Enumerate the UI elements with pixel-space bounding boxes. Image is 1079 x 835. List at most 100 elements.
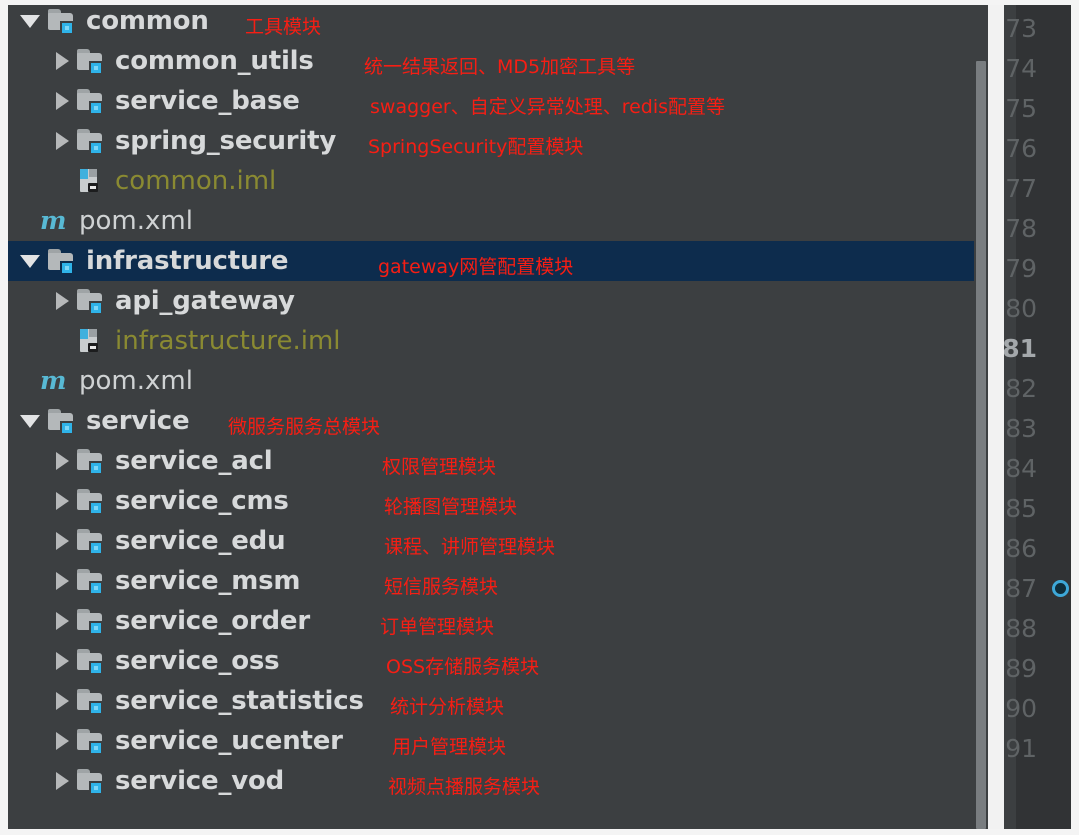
page-frame-right	[1071, 0, 1079, 835]
tree-row[interactable]: m pom.xml	[8, 361, 988, 401]
tree-row-label: service_vod	[115, 766, 285, 796]
line-number: 79	[1005, 254, 1037, 283]
tree-row-label: service_ucenter	[115, 726, 343, 756]
line-number: 87	[1005, 574, 1037, 603]
tree-row[interactable]: service_order	[8, 601, 988, 641]
tree-row-label: spring_security	[115, 126, 337, 156]
tree-row-label: infrastructure	[86, 246, 289, 276]
chevron-right-icon[interactable]	[56, 52, 69, 70]
tree-scrollbar-thumb[interactable]	[976, 61, 986, 829]
tree-row-label: common_utils	[115, 46, 314, 76]
tree-row-label: service_msm	[115, 566, 301, 596]
tree-row-annotation: 轮播图管理模块	[384, 496, 518, 518]
module-folder-icon	[76, 647, 106, 675]
tree-row[interactable]: api_gateway	[8, 281, 988, 321]
tree-row-label: service	[86, 406, 190, 436]
project-tree-panel[interactable]: common common_utils service_base spring_sec…	[8, 5, 988, 829]
chevron-right-icon[interactable]	[56, 772, 69, 790]
line-number: 73	[1005, 14, 1037, 43]
line-number: 74	[1005, 54, 1037, 83]
chevron-right-icon[interactable]	[56, 492, 69, 510]
tree-row-label: service_oss	[115, 646, 280, 676]
tree-row-annotation: gateway网管配置模块	[378, 256, 574, 278]
chevron-right-icon[interactable]	[56, 132, 69, 150]
chevron-right-icon[interactable]	[56, 692, 69, 710]
module-folder-icon	[76, 447, 106, 475]
tree-row[interactable]: service_acl	[8, 441, 988, 481]
line-number: 86	[1005, 534, 1037, 563]
chevron-down-icon[interactable]	[20, 14, 40, 28]
chevron-right-icon[interactable]	[56, 292, 69, 310]
chevron-right-icon[interactable]	[56, 92, 69, 110]
line-number: 80	[1005, 294, 1037, 323]
chevron-down-icon[interactable]	[20, 254, 40, 268]
line-number: 82	[1005, 374, 1037, 403]
tree-row-label: common.iml	[115, 166, 277, 196]
iml-file-icon	[76, 327, 106, 355]
tree-row-label: service_cms	[115, 486, 289, 516]
tree-row-annotation: 课程、讲师管理模块	[384, 536, 556, 558]
line-number: 90	[1005, 694, 1037, 723]
module-folder-icon	[76, 47, 106, 75]
tree-row-annotation: 权限管理模块	[382, 456, 497, 478]
tree-row-annotation: 工具模块	[245, 16, 322, 38]
line-number: 88	[1005, 614, 1037, 643]
module-folder-icon	[76, 607, 106, 635]
maven-pom-icon: m	[40, 206, 67, 235]
module-folder-icon	[47, 7, 77, 35]
module-folder-icon	[76, 767, 106, 795]
tree-row[interactable]: service	[8, 401, 988, 441]
line-number: 89	[1005, 654, 1037, 683]
tree-row[interactable]: common.iml	[8, 161, 988, 201]
tree-row-label: pom.xml	[79, 206, 193, 236]
tree-row-label: infrastructure.iml	[115, 326, 341, 356]
tree-row-annotation: OSS存储服务模块	[386, 656, 540, 678]
tree-scrollbar-track[interactable]	[974, 5, 988, 829]
tree-row[interactable]: m pom.xml	[8, 201, 988, 241]
tree-row-annotation: 用户管理模块	[392, 736, 507, 758]
tree-row-annotation: 统一结果返回、MD5加密工具等	[364, 56, 636, 78]
chevron-down-icon[interactable]	[20, 414, 40, 428]
line-number: 77	[1005, 174, 1037, 203]
line-number: 81	[1004, 334, 1037, 363]
chevron-right-icon[interactable]	[56, 732, 69, 750]
tree-row[interactable]: infrastructure.iml	[8, 321, 988, 361]
tree-row-annotation: 订单管理模块	[380, 616, 495, 638]
module-folder-icon	[76, 487, 106, 515]
chevron-right-icon[interactable]	[56, 572, 69, 590]
bookmark-marker-icon[interactable]	[1052, 580, 1069, 597]
page-frame-top	[0, 0, 1079, 5]
module-folder-icon	[76, 287, 106, 315]
screenshot-root: common common_utils service_base spring_sec…	[0, 0, 1079, 835]
tree-row-label: service_statistics	[115, 686, 364, 716]
module-folder-icon	[76, 87, 106, 115]
tree-row[interactable]: common	[8, 5, 988, 41]
module-folder-icon	[76, 687, 106, 715]
tree-row-label: service_order	[115, 606, 310, 636]
chevron-right-icon[interactable]	[56, 452, 69, 470]
line-number: 78	[1005, 214, 1037, 243]
module-folder-icon	[47, 247, 77, 275]
tree-row-annotation: SpringSecurity配置模块	[368, 136, 584, 158]
tree-row-annotation: 统计分析模块	[390, 696, 505, 718]
line-number: 83	[1005, 414, 1037, 443]
twisty-spacer	[20, 221, 33, 222]
twisty-spacer	[20, 381, 33, 382]
iml-file-icon	[76, 167, 106, 195]
tree-row-annotation: 短信服务模块	[384, 576, 499, 598]
line-number: 91	[1005, 734, 1037, 763]
twisty-spacer	[56, 181, 69, 182]
tree-row-annotation: swagger、自定义异常处理、redis配置等	[370, 96, 726, 118]
line-number: 84	[1005, 454, 1037, 483]
editor-gutter[interactable]: 73 74 75 76 77 78 79 80 81 82 83 84 85 86 87 88 89 90 91	[1004, 5, 1071, 829]
chevron-right-icon[interactable]	[56, 652, 69, 670]
tree-row-label: service_acl	[115, 446, 273, 476]
twisty-spacer	[56, 341, 69, 342]
module-folder-icon	[76, 727, 106, 755]
chevron-right-icon[interactable]	[56, 532, 69, 550]
module-folder-icon	[47, 407, 77, 435]
module-folder-icon	[76, 567, 106, 595]
chevron-right-icon[interactable]	[56, 612, 69, 630]
module-folder-icon	[76, 527, 106, 555]
tree-row-annotation: 微服务服务总模块	[228, 416, 381, 438]
